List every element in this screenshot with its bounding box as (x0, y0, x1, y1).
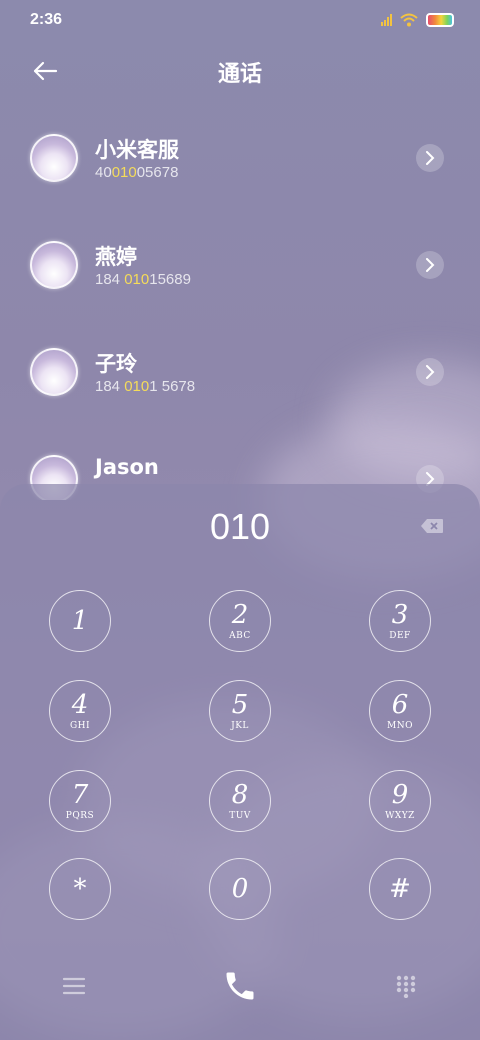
dial-panel: 010 1 2 ABC 3 DEF 4 GHI 5 JKL 6 MNO 7 PQRS 8 TUV 9 WXYZ *… (0, 484, 480, 1040)
key-digit: * (73, 874, 87, 904)
contact-row[interactable]: 小米客服 4001005678 (0, 110, 480, 206)
key-digit: 1 (71, 606, 89, 636)
key-3[interactable]: 3 DEF (369, 590, 431, 652)
wifi-icon (400, 13, 418, 27)
key-digit: 8 (231, 779, 249, 810)
key-1[interactable]: 1 (49, 590, 111, 652)
contact-number: 4001005678 (95, 164, 179, 181)
key-9[interactable]: 9 WXYZ (369, 770, 431, 832)
key-digit: # (389, 874, 411, 904)
avatar (30, 348, 78, 396)
key-0[interactable]: 0 (209, 858, 271, 920)
contact-name: 子玲 (95, 352, 137, 376)
contact-row[interactable]: 燕婷 184 01015689 (0, 217, 480, 313)
contact-row[interactable]: 子玲 184 0101 5678 (0, 324, 480, 420)
key-4[interactable]: 4 GHI (49, 680, 111, 742)
keypad-icon[interactable] (394, 974, 418, 998)
key-letters: TUV (229, 810, 251, 821)
chevron-right-icon (426, 365, 435, 379)
chevron-right-icon (426, 151, 435, 165)
key-digit: 2 (231, 599, 249, 630)
chevron-right-icon (426, 258, 435, 272)
key-digit: 9 (391, 779, 409, 810)
status-bar: 2:36 (0, 0, 480, 40)
key-digit: 4 (71, 689, 89, 720)
key-digit: 5 (231, 689, 249, 720)
key-digit: 0 (231, 874, 249, 904)
key-8[interactable]: 8 TUV (209, 770, 271, 832)
battery-icon (426, 13, 454, 27)
key-letters: WXYZ (385, 810, 415, 821)
key-letters: ABC (229, 630, 251, 641)
key-letters: PQRS (65, 810, 95, 821)
bottom-bar (0, 954, 480, 1034)
contact-number: 184 0101 5678 (95, 378, 196, 395)
key-letters: MNO (387, 720, 413, 731)
key-digit: 7 (71, 779, 89, 810)
status-time: 2:36 (30, 11, 63, 28)
header: 通话 (0, 48, 480, 92)
contact-number: 184 01015689 (95, 271, 191, 288)
phone-icon[interactable] (222, 968, 258, 1004)
key-letters: DEF (389, 630, 411, 641)
backspace-icon[interactable] (420, 518, 444, 534)
contact-list: 小米客服 4001005678 燕婷 184 01015689 子玲 184 0… (0, 110, 480, 500)
key-hash[interactable]: # (369, 858, 431, 920)
key-5[interactable]: 5 JKL (209, 680, 271, 742)
status-icons (381, 13, 454, 27)
contact-name: 小米客服 (95, 138, 179, 162)
contact-name: Jason (95, 455, 159, 479)
contact-detail-button[interactable] (416, 358, 444, 386)
key-letters: GHI (69, 720, 91, 731)
dialed-number: 010 (209, 506, 271, 547)
contact-detail-button[interactable] (416, 251, 444, 279)
menu-icon[interactable] (62, 976, 86, 996)
key-digit: 3 (391, 599, 409, 630)
key-7[interactable]: 7 PQRS (49, 770, 111, 832)
key-6[interactable]: 6 MNO (369, 680, 431, 742)
key-2[interactable]: 2 ABC (209, 590, 271, 652)
signal-icon (381, 14, 392, 26)
contact-detail-button[interactable] (416, 144, 444, 172)
key-letters: JKL (231, 720, 249, 731)
key-digit: 6 (391, 689, 409, 720)
page-title: 通话 (217, 62, 262, 87)
contact-name: 燕婷 (95, 245, 137, 269)
avatar (30, 241, 78, 289)
avatar (30, 134, 78, 182)
key-star[interactable]: * (49, 858, 111, 920)
